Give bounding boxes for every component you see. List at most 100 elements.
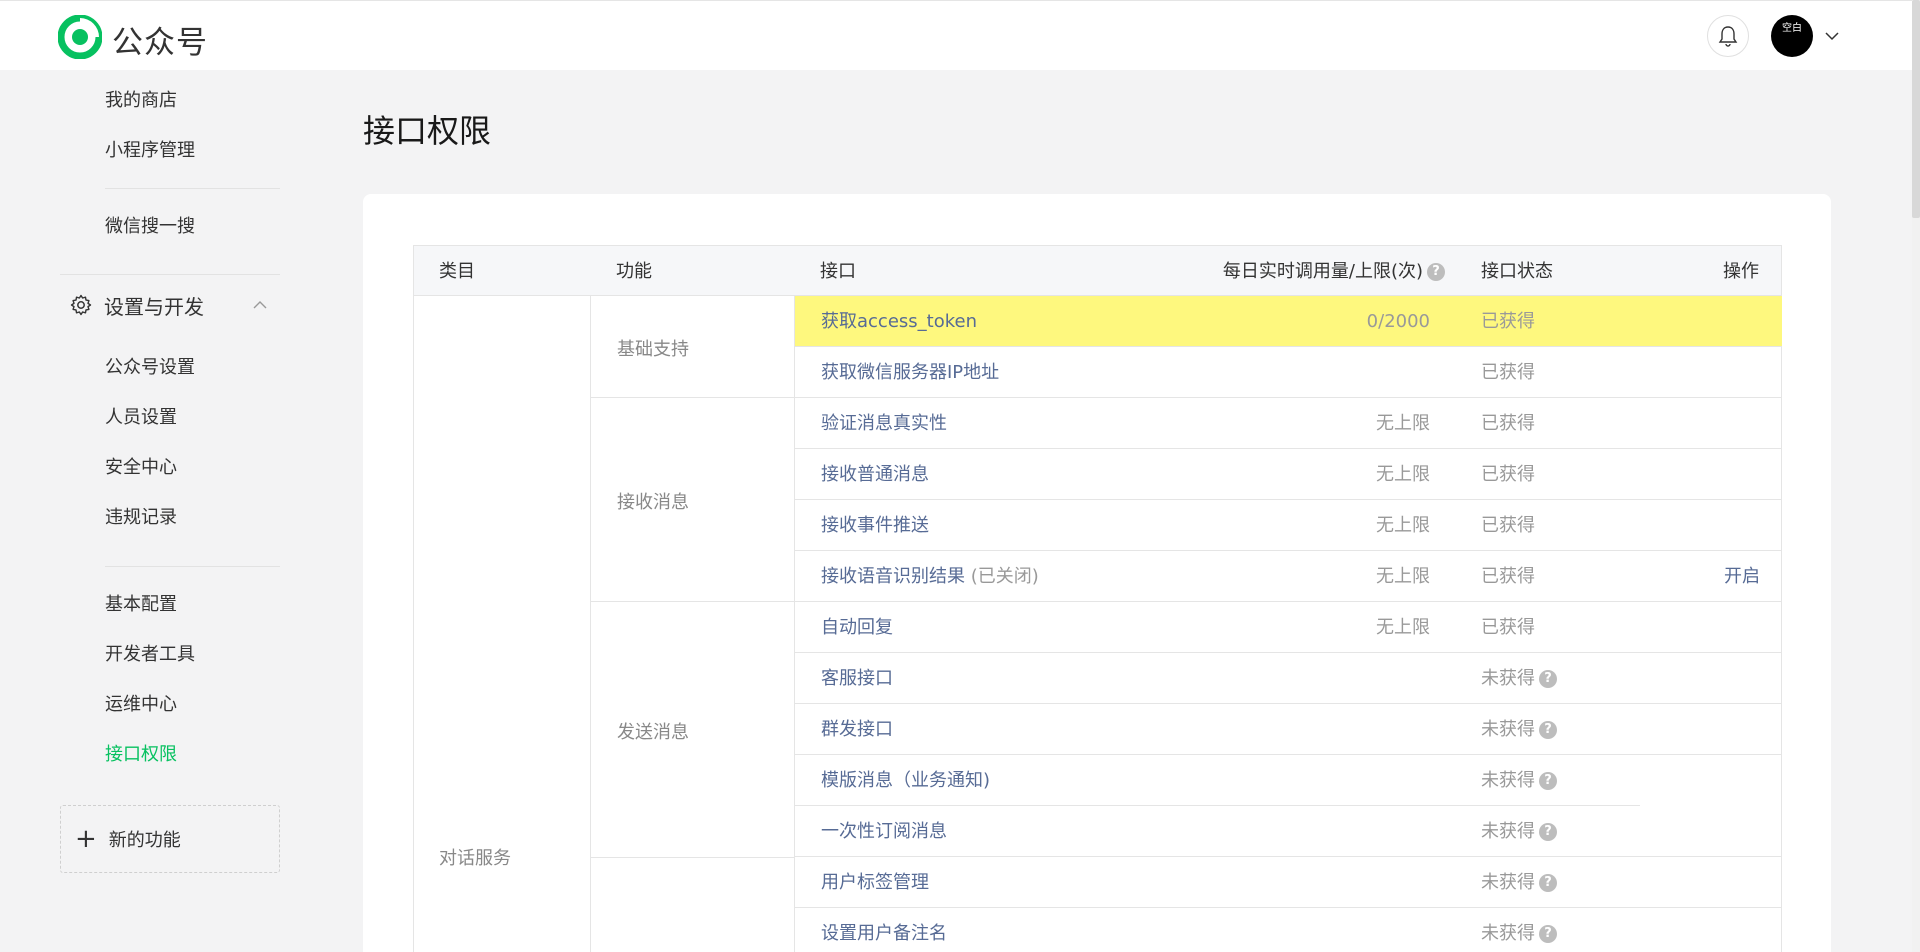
table-row: 接收普通消息 无上限 已获得 <box>795 449 1782 500</box>
sidebar: 我的商店 小程序管理 微信搜一搜 设置与开发 公众号设置 人员设置 安全中心 违… <box>0 70 300 952</box>
sidebar-section-settings-dev[interactable]: 设置与开发 <box>70 288 204 322</box>
api-status-cell: 未获得? <box>1481 755 1557 806</box>
help-icon[interactable]: ? <box>1539 669 1557 688</box>
function-label: 基础支持 <box>617 339 689 360</box>
header-quota: 每日实时调用量/上限(次) ? <box>1223 246 1445 297</box>
api-status: 未获得 <box>1481 668 1535 689</box>
help-icon[interactable]: ? <box>1539 924 1557 943</box>
help-icon[interactable]: ? <box>1539 771 1557 790</box>
api-name[interactable]: 设置用户备注名 <box>821 908 947 952</box>
api-name[interactable]: 接收事件推送 <box>821 500 929 551</box>
api-status-cell: 未获得? <box>1481 806 1557 857</box>
sidebar-item-my-store[interactable]: 我的商店 <box>105 86 177 116</box>
function-label: 发送消息 <box>617 722 689 743</box>
api-status: 已获得 <box>1481 464 1535 485</box>
api-status: 未获得 <box>1481 770 1535 791</box>
api-status: 已获得 <box>1481 617 1535 638</box>
help-icon[interactable]: ? <box>1427 262 1445 281</box>
table-row: 设置用户备注名 未获得? <box>795 908 1782 952</box>
api-name[interactable]: 获取access_token <box>821 296 977 347</box>
chevron-down-icon[interactable] <box>1824 29 1840 43</box>
api-status: 未获得 <box>1481 719 1535 740</box>
api-status: 已获得 <box>1481 515 1535 536</box>
api-status: 已获得 <box>1481 362 1535 383</box>
function-label: 接收消息 <box>617 492 689 513</box>
category-label: 对话服务 <box>439 848 511 869</box>
table-row: 客服接口 未获得? <box>795 653 1782 704</box>
sidebar-item-dev-tools[interactable]: 开发者工具 <box>105 640 195 670</box>
function-cell-send-message: 发送消息 <box>591 602 795 858</box>
sidebar-item-personnel[interactable]: 人员设置 <box>105 403 177 433</box>
table-row: 自动回复 无上限 已获得 <box>795 602 1782 653</box>
api-status-cell: 未获得? <box>1481 857 1557 908</box>
api-status: 未获得 <box>1481 923 1535 944</box>
header-function: 功能 <box>616 261 652 282</box>
table-row: 用户标签管理 未获得? <box>795 857 1782 908</box>
gear-icon <box>70 294 92 316</box>
sidebar-section-label: 设置与开发 <box>104 294 204 319</box>
api-name[interactable]: 模版消息（业务通知) <box>821 755 990 806</box>
function-cell-user-management <box>591 858 795 952</box>
sidebar-item-api-permissions[interactable]: 接口权限 <box>105 740 177 770</box>
page-scrollbar-thumb[interactable] <box>1912 0 1920 218</box>
sidebar-item-wechat-search[interactable]: 微信搜一搜 <box>105 212 195 242</box>
help-icon[interactable]: ? <box>1539 720 1557 739</box>
wechat-official-account-logo-icon[interactable] <box>58 15 102 59</box>
api-quota: 无上限 <box>1376 464 1430 485</box>
api-name[interactable]: 验证消息真实性 <box>821 398 947 449</box>
table-row: 模版消息（业务通知) 未获得? <box>795 755 1782 806</box>
brand-title[interactable]: 公众号 <box>112 17 208 62</box>
header-api: 接口 <box>820 261 856 282</box>
api-note: (已关闭) <box>965 566 1039 587</box>
api-name[interactable]: 自动回复 <box>821 602 893 653</box>
category-cell: 对话服务 <box>413 296 591 952</box>
user-avatar[interactable]: 空白 <box>1771 15 1813 57</box>
api-status: 已获得 <box>1481 413 1535 434</box>
chevron-up-icon[interactable] <box>252 300 268 310</box>
api-status: 未获得 <box>1481 872 1535 893</box>
api-quota: 无上限 <box>1376 413 1430 434</box>
table-row: 接收语音识别结果 (已关闭) 无上限 已获得 开启 <box>795 551 1782 602</box>
api-name[interactable]: 客服接口 <box>821 653 893 704</box>
enable-button[interactable]: 开启 <box>1724 551 1760 602</box>
api-rows: 获取access_token 0/2000 已获得 获取微信服务器IP地址 已获… <box>795 296 1782 952</box>
api-name[interactable]: 获取微信服务器IP地址 <box>821 347 999 398</box>
api-name[interactable]: 用户标签管理 <box>821 857 929 908</box>
top-bar: 公众号 空白 <box>0 0 1920 70</box>
sidebar-item-violations[interactable]: 违规记录 <box>105 503 177 533</box>
plus-icon: + <box>75 824 97 854</box>
table-header: 类目 功能 接口 每日实时调用量/上限(次) ? 接口状态 操作 <box>413 245 1782 296</box>
api-quota: 0/2000 <box>1366 311 1430 332</box>
sidebar-divider <box>60 274 280 275</box>
help-icon[interactable]: ? <box>1539 822 1557 841</box>
new-feature-label: 新的功能 <box>108 830 181 851</box>
header-quota-label: 每日实时调用量/上限(次) <box>1222 261 1423 282</box>
table-row: 获取微信服务器IP地址 已获得 <box>795 347 1782 398</box>
sidebar-item-ops-center[interactable]: 运维中心 <box>105 690 177 720</box>
api-quota: 无上限 <box>1376 566 1430 587</box>
sidebar-item-basic-config[interactable]: 基本配置 <box>105 590 177 620</box>
header-category: 类目 <box>439 261 475 282</box>
sidebar-item-account-settings[interactable]: 公众号设置 <box>105 353 195 383</box>
sidebar-item-miniprogram[interactable]: 小程序管理 <box>105 136 195 166</box>
api-status-cell: 未获得? <box>1481 704 1557 755</box>
api-name[interactable]: 一次性订阅消息 <box>821 806 947 857</box>
function-cell-receive-message: 接收消息 <box>591 398 795 602</box>
header-status: 接口状态 <box>1481 261 1553 282</box>
api-quota: 无上限 <box>1376 617 1430 638</box>
table-row: 接收事件推送 无上限 已获得 <box>795 500 1782 551</box>
page-title: 接口权限 <box>363 112 492 150</box>
help-icon[interactable]: ? <box>1539 873 1557 892</box>
new-feature-button[interactable]: + 新的功能 <box>60 805 280 873</box>
notification-bell-icon[interactable] <box>1707 15 1749 57</box>
table-row: 获取access_token 0/2000 已获得 <box>795 296 1782 347</box>
sidebar-item-security[interactable]: 安全中心 <box>105 453 177 483</box>
api-status-cell: 未获得? <box>1481 653 1557 704</box>
function-cell-basic-support: 基础支持 <box>591 296 795 398</box>
api-name[interactable]: 群发接口 <box>821 704 893 755</box>
table-row: 验证消息真实性 无上限 已获得 <box>795 398 1782 449</box>
api-name-with-note[interactable]: 接收语音识别结果 (已关闭) <box>821 551 1039 602</box>
sidebar-divider <box>105 566 280 567</box>
api-name[interactable]: 接收普通消息 <box>821 449 929 500</box>
api-status: 已获得 <box>1481 566 1535 587</box>
